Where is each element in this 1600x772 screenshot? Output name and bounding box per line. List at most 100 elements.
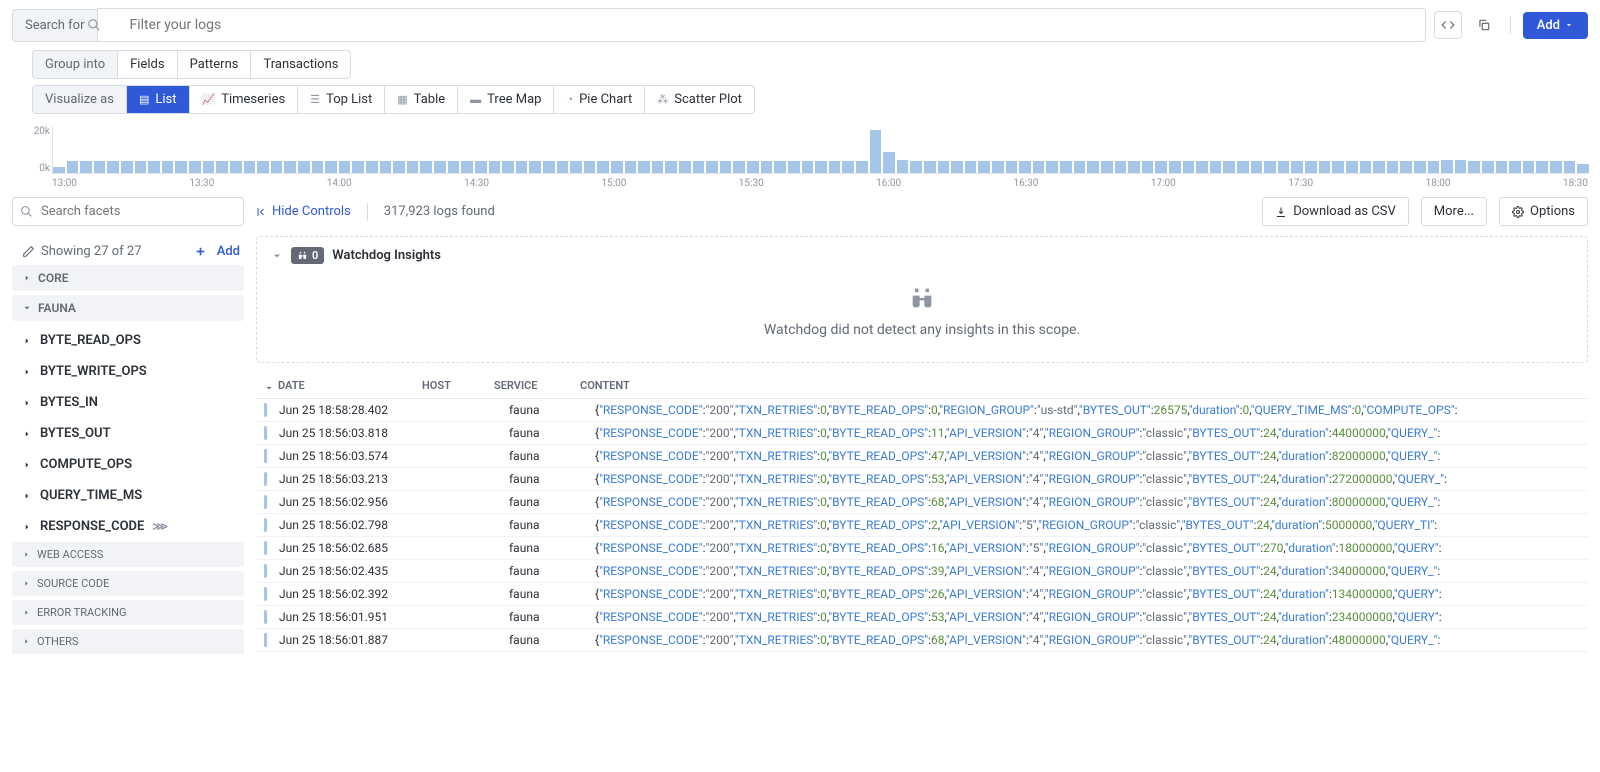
- chart-bar[interactable]: [1183, 161, 1195, 173]
- chart-bar[interactable]: [951, 161, 963, 173]
- chart-bar[interactable]: [802, 161, 814, 173]
- chart-bar[interactable]: [1373, 161, 1385, 173]
- chart-bar[interactable]: [938, 161, 950, 173]
- hide-controls-button[interactable]: Hide Controls: [256, 204, 351, 219]
- facet-group-source-code[interactable]: SOURCE CODE: [12, 571, 244, 596]
- facet-group-error-tracking[interactable]: ERROR TRACKING: [12, 600, 244, 625]
- chart-bar[interactable]: [1278, 161, 1290, 173]
- chart-bar[interactable]: [448, 161, 460, 173]
- chart-bar[interactable]: [203, 161, 215, 173]
- facet-search-input[interactable]: [12, 197, 244, 226]
- log-row[interactable]: Jun 25 18:56:02.798fauna{"RESPONSE_CODE"…: [256, 514, 1588, 537]
- viz-list[interactable]: ▤List: [127, 86, 190, 113]
- log-row[interactable]: Jun 25 18:58:28.402fauna{"RESPONSE_CODE"…: [256, 399, 1588, 422]
- viz-pie[interactable]: ◔Pie Chart: [554, 86, 645, 113]
- log-row[interactable]: Jun 25 18:56:03.213fauna{"RESPONSE_CODE"…: [256, 468, 1588, 491]
- chart-bar[interactable]: [1155, 161, 1167, 173]
- chart-bar[interactable]: [774, 161, 786, 173]
- chart-bar[interactable]: [965, 161, 977, 173]
- chart-bar[interactable]: [189, 161, 201, 173]
- chart-bar[interactable]: [1115, 161, 1127, 173]
- viz-table[interactable]: ▦Table: [385, 86, 458, 113]
- chart-bar[interactable]: [339, 161, 351, 173]
- chart-bar[interactable]: [230, 161, 242, 173]
- chart-bar[interactable]: [788, 161, 800, 173]
- chart-bar[interactable]: [94, 161, 106, 173]
- chart-bar[interactable]: [679, 161, 691, 173]
- col-service[interactable]: SERVICE: [494, 379, 572, 392]
- chart-bar[interactable]: [1305, 161, 1317, 173]
- chart-bar[interactable]: [1128, 161, 1140, 173]
- chart-bar[interactable]: [1523, 161, 1535, 173]
- viz-timeseries[interactable]: 📈Timeseries: [190, 86, 299, 113]
- chart-bar[interactable]: [761, 161, 773, 173]
- col-date[interactable]: DATE: [264, 379, 414, 392]
- download-csv-button[interactable]: Download as CSV: [1262, 197, 1409, 226]
- facet-compute_ops[interactable]: COMPUTE_OPS: [12, 449, 244, 480]
- chart-bar[interactable]: [352, 161, 364, 173]
- chart-bar[interactable]: [1400, 161, 1412, 173]
- chart-bar[interactable]: [584, 161, 596, 173]
- log-row[interactable]: Jun 25 18:56:03.818fauna{"RESPONSE_CODE"…: [256, 422, 1588, 445]
- chart-bar[interactable]: [461, 161, 473, 173]
- chart-bar[interactable]: [1223, 161, 1235, 173]
- chart-bar[interactable]: [1387, 161, 1399, 173]
- chart-bar[interactable]: [1169, 161, 1181, 173]
- chart-bar[interactable]: [1577, 164, 1589, 173]
- chart-bar[interactable]: [271, 161, 283, 173]
- group-transactions[interactable]: Transactions: [251, 51, 350, 78]
- chart-bar[interactable]: [856, 161, 868, 173]
- chart-bar[interactable]: [1346, 161, 1358, 173]
- chart-bar[interactable]: [1536, 161, 1548, 173]
- search-input[interactable]: [97, 8, 1426, 42]
- chart-bar[interactable]: [1046, 161, 1058, 173]
- chart-bar[interactable]: [244, 161, 256, 173]
- col-host[interactable]: HOST: [422, 379, 486, 392]
- col-content[interactable]: CONTENT: [580, 379, 1580, 392]
- chart-bar[interactable]: [897, 160, 909, 173]
- chart-bar[interactable]: [434, 161, 446, 173]
- chart-bar[interactable]: [529, 161, 541, 173]
- chart-bar[interactable]: [625, 161, 637, 173]
- facet-group-core[interactable]: CORE: [12, 265, 244, 291]
- chart-bar[interactable]: [502, 161, 514, 173]
- facet-group-web-access[interactable]: WEB ACCESS: [12, 542, 244, 567]
- chart-bar[interactable]: [67, 161, 79, 173]
- chart-bar[interactable]: [1210, 161, 1222, 173]
- chart-bar[interactable]: [1074, 161, 1086, 173]
- chart-bar[interactable]: [829, 161, 841, 173]
- chart-bar[interactable]: [543, 161, 555, 173]
- facet-group-others[interactable]: OTHERS: [12, 629, 244, 654]
- chart-bar[interactable]: [1019, 161, 1031, 173]
- chart-bar[interactable]: [1142, 161, 1154, 173]
- chart-bar[interactable]: [842, 161, 854, 173]
- chart-bar[interactable]: [257, 161, 269, 173]
- chart-bar[interactable]: [1264, 161, 1276, 173]
- chart-bar[interactable]: [910, 161, 922, 173]
- viz-treemap[interactable]: ▬Tree Map: [458, 86, 554, 113]
- chart-bar[interactable]: [1414, 161, 1426, 173]
- chart-bar[interactable]: [733, 161, 745, 173]
- group-fields[interactable]: Fields: [118, 51, 177, 78]
- chart-bar[interactable]: [216, 161, 228, 173]
- chart-bar[interactable]: [1319, 161, 1331, 173]
- log-row[interactable]: Jun 25 18:56:02.392fauna{"RESPONSE_CODE"…: [256, 583, 1588, 606]
- copy-icon[interactable]: [1470, 11, 1498, 39]
- chart-bar[interactable]: [597, 161, 609, 173]
- chart-bar[interactable]: [516, 161, 528, 173]
- chart-bar[interactable]: [1087, 161, 1099, 173]
- chart-bar[interactable]: [557, 161, 569, 173]
- viz-toplist[interactable]: ☰Top List: [298, 86, 385, 113]
- facet-bytes_in[interactable]: BYTES_IN: [12, 387, 244, 418]
- facet-query_time_ms[interactable]: QUERY_TIME_MS: [12, 480, 244, 511]
- facet-byte_read_ops[interactable]: BYTE_READ_OPS: [12, 325, 244, 356]
- group-patterns[interactable]: Patterns: [178, 51, 252, 78]
- chart-bar[interactable]: [284, 161, 296, 173]
- chart-bar[interactable]: [665, 161, 677, 173]
- chart-bar[interactable]: [1237, 161, 1249, 173]
- chart-bar[interactable]: [611, 161, 623, 173]
- chart-bar[interactable]: [393, 161, 405, 173]
- chart-bar[interactable]: [720, 161, 732, 173]
- chart-bar[interactable]: [978, 161, 990, 173]
- facet-group-fauna[interactable]: FAUNA: [12, 295, 244, 321]
